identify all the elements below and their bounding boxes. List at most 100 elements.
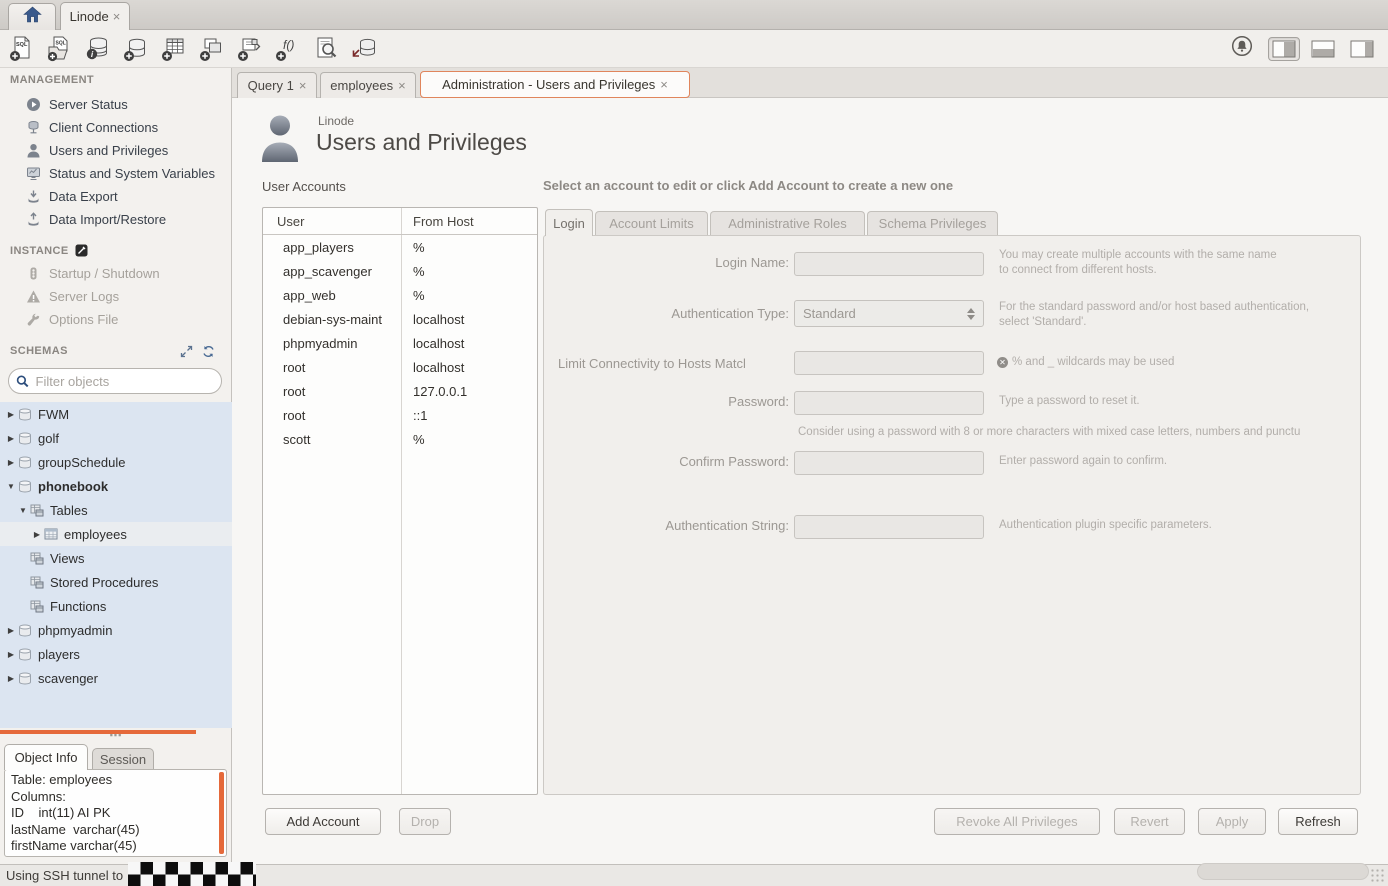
toggle-left-panel-button[interactable] <box>1268 37 1300 61</box>
expand-arrow-icon[interactable]: ▶ <box>4 434 18 443</box>
connection-tab-linode[interactable]: Linode × <box>60 2 130 30</box>
tab-administrative-roles[interactable]: Administrative Roles <box>710 211 865 235</box>
table-row[interactable]: debian-sys-maintlocalhost <box>263 307 537 331</box>
tree-item-functions[interactable]: Functions <box>0 594 232 618</box>
search-data-icon[interactable] <box>312 35 339 62</box>
schema-filter-input[interactable] <box>36 374 214 389</box>
tree-item-fwm[interactable]: ▶FWM <box>0 402 232 426</box>
table-row[interactable]: root127.0.0.1 <box>263 379 537 403</box>
tree-item-stored-procedures[interactable]: Stored Procedures <box>0 570 232 594</box>
toggle-right-panel-button[interactable] <box>1346 37 1378 61</box>
add-account-button[interactable]: Add Account <box>265 808 381 835</box>
password-note: Consider using a password with 8 or more… <box>798 426 1350 438</box>
user-avatar-icon <box>258 112 302 162</box>
tree-item-golf[interactable]: ▶golf <box>0 426 232 450</box>
close-icon[interactable]: × <box>398 78 406 93</box>
close-icon[interactable]: × <box>660 77 668 92</box>
svg-text:SQL: SQL <box>16 42 28 48</box>
toggle-bottom-panel-button[interactable] <box>1307 37 1339 61</box>
limit-hosts-input[interactable] <box>794 351 984 375</box>
refresh-schemas-icon[interactable] <box>202 345 215 358</box>
table-row[interactable]: rootlocalhost <box>263 355 537 379</box>
splitter-grip[interactable]: ▪▪▪ <box>102 731 130 739</box>
horizontal-scrollbar[interactable] <box>1197 863 1369 880</box>
sidebar-item-status-system-variables[interactable]: Status and System Variables <box>26 162 226 184</box>
close-icon[interactable]: × <box>113 9 121 24</box>
create-function-icon[interactable]: f() <box>274 35 301 62</box>
table-row[interactable]: phpmyadminlocalhost <box>263 331 537 355</box>
new-sql-tab-icon[interactable]: SQL <box>8 35 35 62</box>
data-import-icon <box>26 212 41 227</box>
confirm-password-input[interactable] <box>794 451 984 475</box>
column-header-user[interactable]: User <box>263 214 401 229</box>
tab-account-limits[interactable]: Account Limits <box>595 211 708 235</box>
collapse-arrow-icon[interactable]: ▼ <box>4 482 18 491</box>
refresh-button[interactable]: Refresh <box>1278 808 1358 835</box>
auth-string-input[interactable] <box>794 515 984 539</box>
sidebar-item-options-file[interactable]: Options File <box>26 308 226 330</box>
notifications-icon[interactable] <box>1231 35 1253 62</box>
resize-grip[interactable] <box>1370 868 1385 883</box>
tree-item-groupschedule[interactable]: ▶groupSchedule <box>0 450 232 474</box>
doc-tab-query1[interactable]: Query 1× <box>237 72 317 98</box>
table-row[interactable]: app_web% <box>263 283 537 307</box>
sidebar-item-startup-shutdown[interactable]: Startup / Shutdown <box>26 262 226 284</box>
open-sql-script-icon[interactable]: SQL <box>46 35 73 62</box>
tab-login[interactable]: Login <box>545 209 593 236</box>
apply-button[interactable]: Apply <box>1198 808 1266 835</box>
sidebar-item-server-logs[interactable]: Server Logs <box>26 285 226 307</box>
svg-text:SQL: SQL <box>56 41 66 47</box>
password-input[interactable] <box>794 391 984 415</box>
sidebar-item-client-connections[interactable]: Client Connections <box>26 116 226 138</box>
sidebar-item-server-status[interactable]: Server Status <box>26 93 226 115</box>
tab-object-info[interactable]: Object Info <box>4 744 88 770</box>
tab-schema-privileges[interactable]: Schema Privileges <box>867 211 998 235</box>
table-row[interactable]: app_scavenger% <box>263 259 537 283</box>
procedures-folder-icon <box>30 576 44 589</box>
tab-session[interactable]: Session <box>92 748 154 770</box>
tree-item-views[interactable]: Views <box>0 546 232 570</box>
close-icon[interactable]: × <box>299 78 307 93</box>
expand-arrow-icon[interactable]: ▶ <box>4 674 18 683</box>
table-row[interactable]: app_players% <box>263 235 537 259</box>
collapse-arrow-icon[interactable]: ▼ <box>16 506 30 515</box>
table-row[interactable]: scott% <box>263 427 537 451</box>
tree-hscrollbar[interactable] <box>0 730 196 734</box>
instance-badge-icon <box>75 244 88 257</box>
home-tab[interactable] <box>8 3 56 30</box>
revert-button[interactable]: Revert <box>1114 808 1185 835</box>
expand-arrow-icon[interactable]: ▶ <box>4 458 18 467</box>
create-schema-icon[interactable] <box>122 35 149 62</box>
expand-schemas-icon[interactable] <box>180 345 193 358</box>
status-text: Using SSH tunnel to <box>6 868 123 883</box>
sidebar-item-data-export[interactable]: Data Export <box>26 185 226 207</box>
sidebar-item-data-import[interactable]: Data Import/Restore <box>26 208 226 230</box>
login-name-input[interactable] <box>794 252 984 276</box>
tree-item-tables[interactable]: ▼Tables <box>0 498 232 522</box>
doc-tab-administration[interactable]: Administration - Users and Privileges× <box>420 71 690 98</box>
object-info-vscrollbar[interactable] <box>219 772 224 854</box>
tree-item-employees[interactable]: ▶employees <box>0 522 232 546</box>
create-table-icon[interactable] <box>160 35 187 62</box>
tree-item-players[interactable]: ▶players <box>0 642 232 666</box>
search-icon <box>16 374 30 389</box>
auth-type-select[interactable]: Standard <box>794 300 984 327</box>
auth-string-hint: Authentication plugin specific parameter… <box>999 518 1212 533</box>
revoke-all-privileges-button[interactable]: Revoke All Privileges <box>934 808 1100 835</box>
column-header-from-host[interactable]: From Host <box>401 214 474 229</box>
sidebar-item-users-and-privileges[interactable]: Users and Privileges <box>26 139 226 161</box>
doc-tab-employees[interactable]: employees× <box>320 72 416 98</box>
table-row[interactable]: root::1 <box>263 403 537 427</box>
tree-item-phpmyadmin[interactable]: ▶phpmyadmin <box>0 618 232 642</box>
expand-arrow-icon[interactable]: ▶ <box>30 530 44 539</box>
expand-arrow-icon[interactable]: ▶ <box>4 410 18 419</box>
drop-button[interactable]: Drop <box>399 808 451 835</box>
db-info-icon[interactable]: i <box>84 35 111 62</box>
create-procedure-icon[interactable] <box>236 35 263 62</box>
create-view-icon[interactable] <box>198 35 225 62</box>
expand-arrow-icon[interactable]: ▶ <box>4 650 18 659</box>
tree-item-phonebook[interactable]: ▼phonebook <box>0 474 232 498</box>
tree-item-scavenger[interactable]: ▶scavenger <box>0 666 232 690</box>
data-transfer-icon[interactable] <box>350 35 377 62</box>
expand-arrow-icon[interactable]: ▶ <box>4 626 18 635</box>
